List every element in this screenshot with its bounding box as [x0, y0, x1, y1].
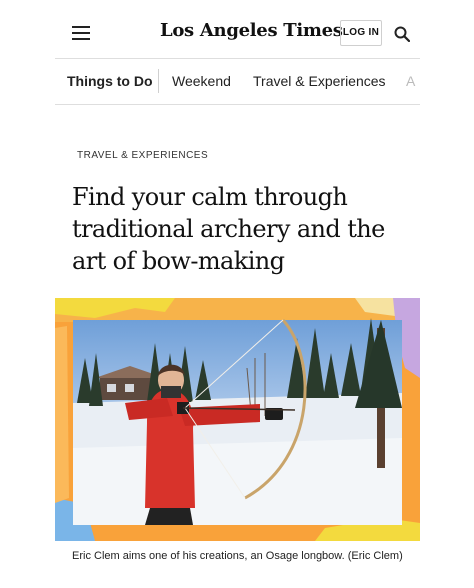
article-hero-image: [55, 298, 420, 541]
nav-item-truncated[interactable]: A: [406, 73, 415, 89]
login-button[interactable]: LOG IN: [340, 20, 382, 46]
nav-item-things-to-do[interactable]: Things to Do: [67, 73, 153, 89]
image-caption: Eric Clem aims one of his creations, an …: [72, 550, 403, 562]
section-nav: Things to Do Weekend Travel & Experience…: [55, 59, 420, 105]
site-logo[interactable]: Los Angeles Times: [160, 20, 343, 41]
article-kicker[interactable]: TRAVEL & EXPERIENCES: [77, 150, 208, 161]
archery-photo-collage: [55, 298, 420, 541]
hamburger-menu-icon[interactable]: [72, 26, 90, 40]
nav-item-weekend[interactable]: Weekend: [172, 73, 231, 89]
nav-item-travel-experiences[interactable]: Travel & Experiences: [253, 73, 386, 89]
nav-divider-line: [55, 104, 420, 105]
site-header: Los Angeles Times LOG IN: [0, 0, 474, 60]
nav-divider: [158, 69, 159, 93]
search-icon[interactable]: [394, 26, 410, 42]
article-headline: Find your calm through traditional arche…: [72, 183, 385, 275]
